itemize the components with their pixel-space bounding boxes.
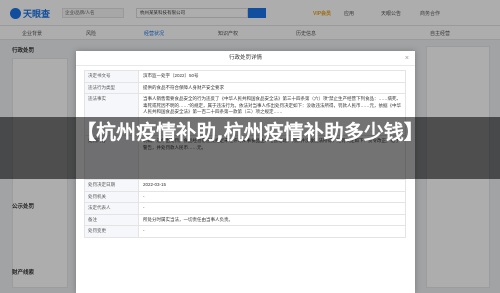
table-row: 处罚变更 - [85,226,405,237]
table-row: 决定书文号 滨市监一处字〔2022〕50号 [85,71,405,83]
headline-text: 【杭州疫情补助,杭州疫情补助多少钱】 [76,120,424,144]
table-row: 处罚机关 - [85,191,405,203]
row-value: - [143,228,145,233]
row-value: 2022-03-15 [143,182,167,187]
row-key: 法定代表人 [85,203,139,214]
row-key: 违法行为类型 [85,82,139,93]
row-value: 所处分时属实当法，一切责任由当事人负责。 [143,216,233,222]
row-value: 滨市监一处字〔2022〕50号 [143,73,199,78]
row-key: 处罚变更 [85,226,139,237]
row-value: - [143,205,145,210]
table-row: 处罚决定日期 2022-03-15 [85,180,405,192]
row-key: 备注 [85,214,139,225]
row-key: 决定书文号 [85,71,139,82]
table-row: 违法行为类型 提供的食品不符合保障人身财产安全要求 [85,82,405,94]
table-row: 法定代表人 - [85,203,405,215]
table-row: 备注 所处分时属实当法，一切责任由当事人负责。 [85,214,405,226]
row-key: 处罚机关 [85,191,139,202]
dialog-header: 行政处罚详情 × [76,51,415,66]
row-key: 处罚决定日期 [85,180,139,191]
row-value: - [143,193,145,199]
dialog-title: 行政处罚详情 [228,55,262,61]
close-icon[interactable]: × [405,51,409,66]
row-value: 提供的食品不符合保障人身财产安全要求 [143,84,224,90]
